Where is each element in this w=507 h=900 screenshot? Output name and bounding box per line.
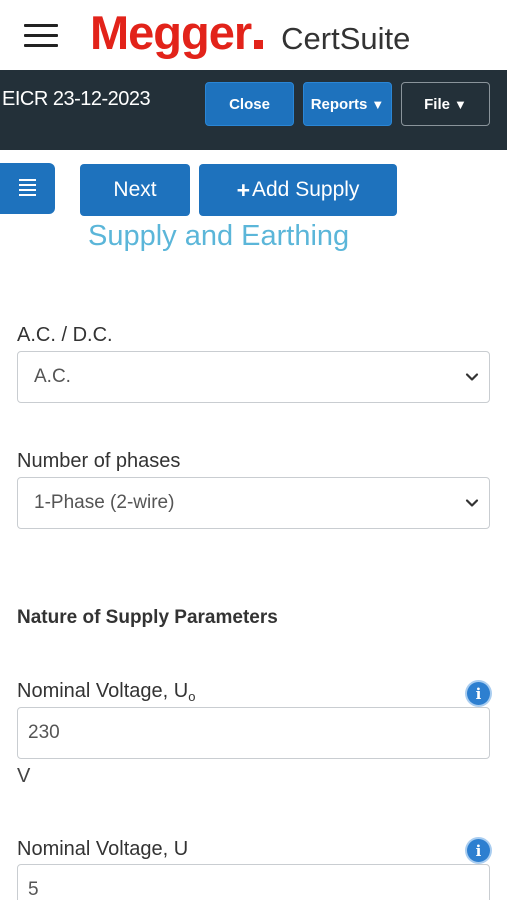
document-title: EICR 23-12-2023: [2, 88, 151, 110]
acdc-select[interactable]: A.C.: [17, 351, 490, 403]
supply-parameters-heading: Nature of Supply Parameters: [17, 607, 278, 628]
reports-button-label: Reports: [310, 95, 368, 113]
add-supply-label: Add Supply: [252, 178, 360, 201]
file-button[interactable]: File ▼: [401, 82, 490, 126]
close-button-label: Close: [229, 95, 270, 113]
section-menu-button[interactable]: [0, 163, 55, 214]
phases-select-value: 1-Phase (2-wire): [34, 492, 175, 513]
chevron-down-icon: [465, 499, 479, 507]
info-icon[interactable]: i: [467, 682, 490, 705]
nominal-voltage-u-input[interactable]: 5: [17, 864, 490, 900]
logo-brand-text: Megger: [90, 6, 252, 59]
caret-down-icon: ▼: [453, 96, 467, 112]
caret-down-icon: ▼: [371, 96, 385, 112]
logo-dot: [254, 40, 264, 49]
logo-product-text: CertSuite: [281, 21, 411, 56]
nominal-voltage-u0-label-text: Nominal Voltage, U: [17, 680, 189, 702]
brand-bar: Megger CertSuite: [0, 0, 507, 70]
nominal-voltage-u-label: Nominal Voltage, U: [17, 838, 189, 860]
next-button[interactable]: Next: [80, 164, 190, 216]
phases-select[interactable]: 1-Phase (2-wire): [17, 477, 490, 529]
list-icon: [19, 178, 36, 199]
acdc-label: A.C. / D.C.: [17, 324, 113, 346]
nominal-voltage-u-value: 5: [28, 879, 39, 900]
acdc-select-value: A.C.: [34, 366, 71, 387]
add-supply-button[interactable]: + Add Supply: [199, 164, 397, 216]
next-button-label: Next: [113, 178, 157, 201]
plus-icon: +: [236, 176, 250, 203]
megger-logo: Megger CertSuite: [90, 4, 410, 62]
reports-button[interactable]: Reports ▼: [303, 82, 392, 126]
chevron-down-icon: [465, 373, 479, 381]
file-button-label: File: [424, 95, 450, 113]
subscript-o: o: [188, 689, 196, 704]
document-toolbar: EICR 23-12-2023 Close Reports ▼ File ▼: [0, 70, 507, 150]
nominal-voltage-u0-label: Nominal Voltage, Uo: [17, 680, 195, 704]
nominal-voltage-u0-input[interactable]: 230: [17, 707, 490, 759]
voltage-unit: V: [17, 765, 31, 787]
hamburger-menu-icon[interactable]: [24, 24, 58, 48]
close-button[interactable]: Close: [205, 82, 294, 126]
phases-label: Number of phases: [17, 450, 181, 472]
section-title: Supply and Earthing: [88, 220, 350, 252]
info-icon[interactable]: i: [467, 839, 490, 862]
nominal-voltage-u0-value: 230: [28, 722, 60, 743]
